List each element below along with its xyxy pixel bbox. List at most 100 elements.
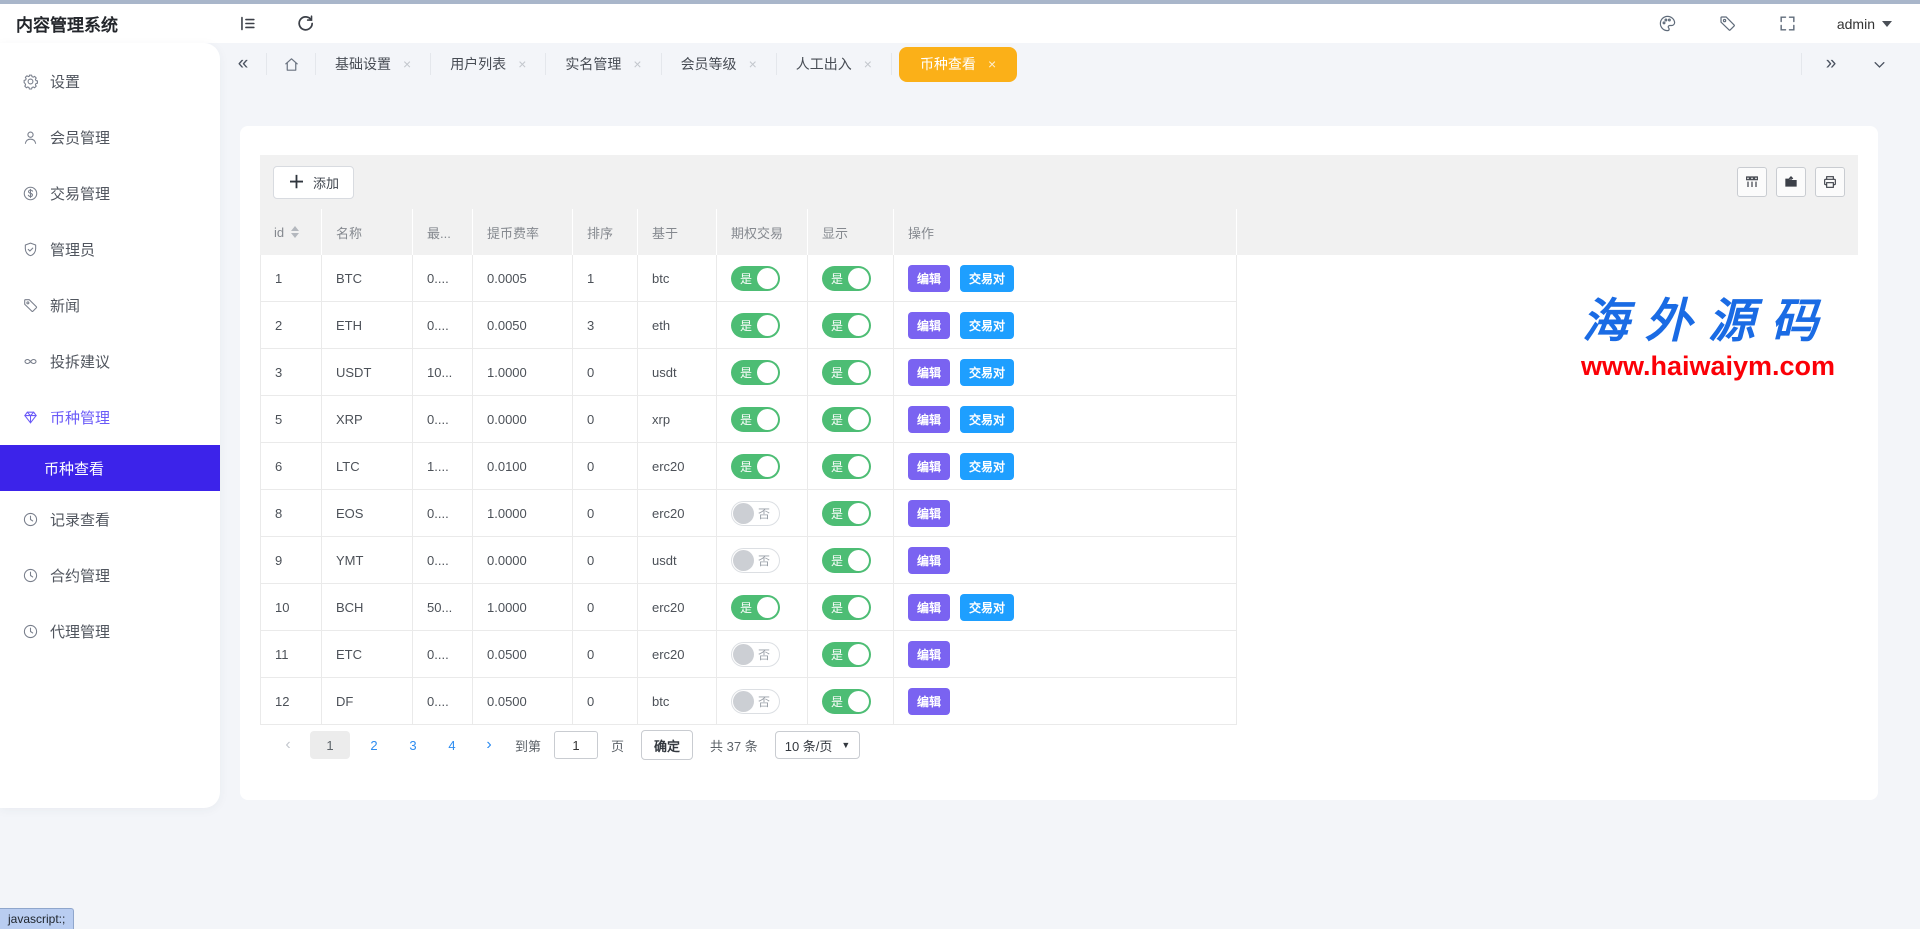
edit-button[interactable]: 编辑 [908,688,950,715]
page-number-2[interactable]: 2 [359,731,389,759]
show-toggle[interactable]: 是 [822,313,871,338]
show-toggle[interactable]: 是 [822,454,871,479]
tab-close-icon[interactable]: × [864,56,872,72]
option-trade-toggle[interactable]: 否 [731,642,780,667]
edit-button[interactable]: 编辑 [908,359,950,386]
cell-sort: 0 [573,490,638,537]
column-header-filler [1237,209,1858,255]
option-trade-toggle[interactable]: 是 [731,595,780,620]
column-header-option: 期权交易 [717,209,808,255]
sidebar-item-投拆建议[interactable]: 投拆建议 [0,333,220,389]
option-trade-toggle[interactable]: 是 [731,360,780,385]
tab-item[interactable]: 基础设置× [316,43,430,85]
option-trade-toggle[interactable]: 否 [731,548,780,573]
pairs-button[interactable]: 交易对 [960,312,1014,339]
edit-button[interactable]: 编辑 [908,547,950,574]
export-icon[interactable] [1776,167,1806,197]
add-button[interactable]: ＋ 添加 [273,166,354,199]
table-row: 12DF0....0.05000btc否是编辑 [260,678,1858,725]
edit-button[interactable]: 编辑 [908,406,950,433]
tab-close-icon[interactable]: × [633,56,641,72]
sidebar-item-设置[interactable]: 设置 [0,53,220,109]
toggle-knob [848,362,869,383]
home-tab-icon[interactable] [267,56,315,73]
tab-close-icon[interactable]: × [403,56,411,72]
page-number-4[interactable]: 4 [437,731,467,759]
refresh-icon[interactable] [294,13,316,35]
goto-page-input[interactable] [554,731,598,759]
edit-button[interactable]: 编辑 [908,641,950,668]
cell-show: 是 [808,490,894,537]
edit-button[interactable]: 编辑 [908,594,950,621]
sidebar-item-币种管理[interactable]: 币种管理 [0,389,220,445]
pairs-button[interactable]: 交易对 [960,265,1014,292]
tag-icon [22,297,39,314]
tab-close-icon[interactable]: × [749,56,757,72]
sidebar-item-会员管理[interactable]: 会员管理 [0,109,220,165]
option-trade-toggle[interactable]: 否 [731,501,780,526]
sidebar-item-记录查看[interactable]: 记录查看 [0,491,220,547]
sort-icon[interactable] [291,226,299,238]
fullscreen-icon[interactable] [1777,13,1799,35]
show-toggle[interactable]: 是 [822,360,871,385]
goto-confirm-button[interactable]: 确定 [641,730,693,760]
page-prev-icon[interactable]: ‹ [275,731,301,759]
pairs-button[interactable]: 交易对 [960,594,1014,621]
sidebar-subitem-币种查看[interactable]: 币种查看 [0,445,220,491]
sidebar-item-新闻[interactable]: 新闻 [0,277,220,333]
tabs-scroll-right-icon[interactable]: » [1812,51,1850,77]
tab-active[interactable]: 币种查看× [899,47,1017,82]
sidebar-collapse-icon[interactable] [236,13,258,35]
option-trade-toggle[interactable]: 是 [731,266,780,291]
tab-item[interactable]: 实名管理× [546,43,660,85]
tab-close-icon[interactable]: × [518,56,526,72]
pairs-button[interactable]: 交易对 [960,359,1014,386]
show-toggle[interactable]: 是 [822,407,871,432]
option-trade-toggle[interactable]: 是 [731,407,780,432]
edit-button[interactable]: 编辑 [908,312,950,339]
page-number-1[interactable]: 1 [310,731,350,759]
option-trade-toggle[interactable]: 是 [731,454,780,479]
tab-item[interactable]: 会员等级× [662,43,776,85]
show-toggle[interactable]: 是 [822,266,871,291]
cell-filler [1237,631,1858,678]
cell-show: 是 [808,584,894,631]
tabs-scroll-left-icon[interactable]: « [220,51,266,77]
toggle-knob [757,362,778,383]
show-toggle[interactable]: 是 [822,595,871,620]
page-next-icon[interactable]: › [476,731,502,759]
columns-icon[interactable] [1737,167,1767,197]
tag-icon[interactable] [1717,13,1739,35]
page-number-3[interactable]: 3 [398,731,428,759]
cell-fee: 0.0500 [473,678,573,725]
show-toggle[interactable]: 是 [822,642,871,667]
show-toggle[interactable]: 是 [822,548,871,573]
sidebar-item-代理管理[interactable]: 代理管理 [0,603,220,659]
plus-icon: ＋ [288,174,305,191]
option-trade-toggle[interactable]: 是 [731,313,780,338]
pairs-button[interactable]: 交易对 [960,406,1014,433]
edit-button[interactable]: 编辑 [908,453,950,480]
cell-show: 是 [808,631,894,678]
sidebar-item-交易管理[interactable]: 交易管理 [0,165,220,221]
show-toggle[interactable]: 是 [822,689,871,714]
tab-item[interactable]: 用户列表× [431,43,545,85]
show-toggle[interactable]: 是 [822,501,871,526]
page-size-select[interactable]: 10 条/页 ▼ [775,731,861,759]
pairs-button[interactable]: 交易对 [960,453,1014,480]
toggle-label: 是 [831,317,843,334]
edit-button[interactable]: 编辑 [908,500,950,527]
user-menu[interactable]: admin [1837,16,1892,32]
sidebar-item-管理员[interactable]: 管理员 [0,221,220,277]
theme-palette-icon[interactable] [1657,13,1679,35]
toggle-knob [848,315,869,336]
tab-close-icon[interactable]: × [988,56,996,72]
edit-button[interactable]: 编辑 [908,265,950,292]
tabs-menu-chevron-icon[interactable] [1860,51,1898,77]
option-trade-toggle[interactable]: 否 [731,689,780,714]
table-row: 6LTC1....0.01000erc20是是编辑交易对 [260,443,1858,490]
print-icon[interactable] [1815,167,1845,197]
tab-item[interactable]: 人工出入× [777,43,891,85]
cell-filler [1237,396,1858,443]
sidebar-item-合约管理[interactable]: 合约管理 [0,547,220,603]
